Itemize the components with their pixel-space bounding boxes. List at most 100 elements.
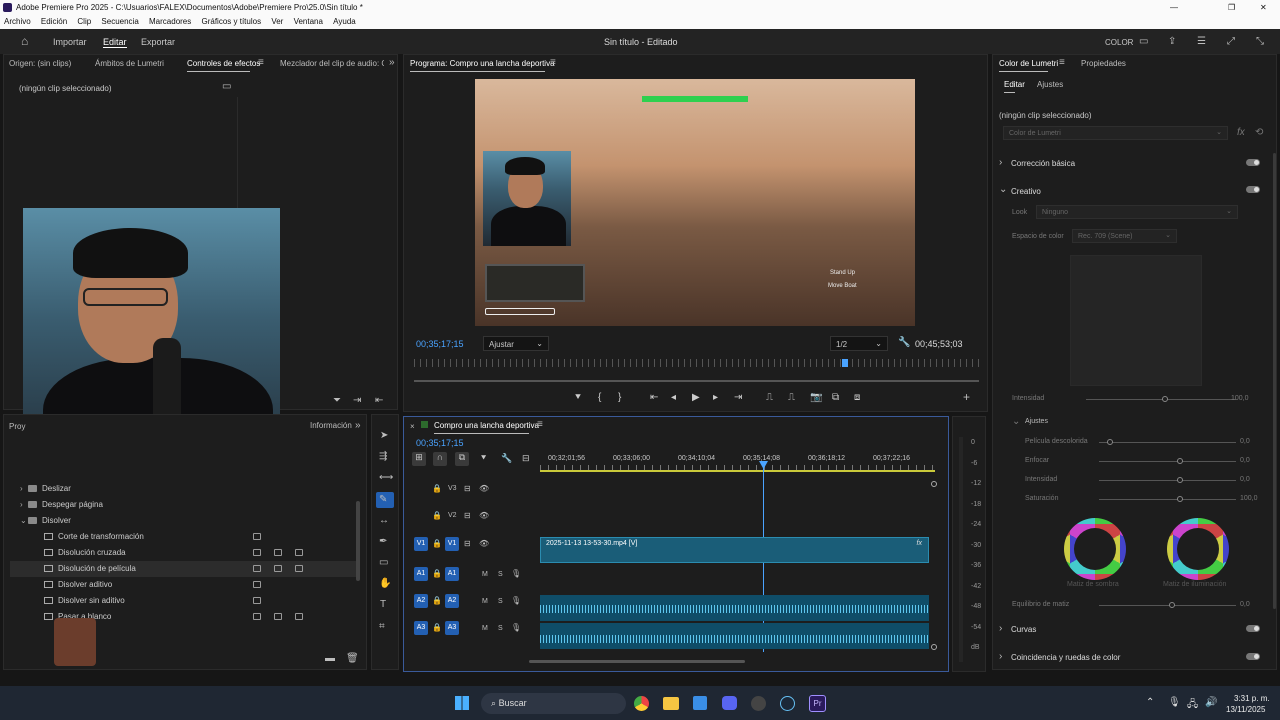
tab-origen[interactable]: Origen: (sin clips) — [9, 59, 71, 68]
menu-archivo[interactable]: Archivo — [4, 17, 31, 26]
mark-in-icon[interactable]: { — [598, 392, 601, 403]
source-patch-a1[interactable]: A1 — [414, 567, 428, 581]
pen-tool-icon[interactable]: ✒ — [379, 537, 387, 547]
highlight-tint-wheel[interactable] — [1167, 518, 1229, 580]
clock-date[interactable]: 13/11/2025 — [1226, 705, 1265, 714]
source-patch-v1[interactable]: V1 — [414, 537, 428, 551]
tab-importar[interactable]: Importar — [53, 37, 87, 47]
timeline-settings-icon[interactable]: 🔧 — [501, 453, 512, 464]
tree-effect[interactable]: Disolver sin aditivo — [10, 593, 358, 609]
filter-icon[interactable]: ⏷ — [333, 396, 341, 406]
adjust-slider[interactable] — [1099, 442, 1236, 443]
go-to-in-icon[interactable]: ⇤ — [650, 392, 658, 403]
solo-icon[interactable]: S — [498, 597, 503, 607]
tab-ambitos-lumetri[interactable]: Ámbitos de Lumetri — [95, 59, 164, 68]
insert-sequence-icon[interactable]: ⊞ — [412, 452, 426, 466]
lock-icon[interactable]: 🔒 — [432, 511, 442, 521]
subtab-editar[interactable]: Editar — [1004, 80, 1025, 93]
scrollbar[interactable] — [356, 501, 360, 581]
solo-icon[interactable]: S — [498, 570, 503, 580]
lock-icon[interactable]: 🔒 — [432, 596, 442, 606]
lock-icon[interactable]: 🔒 — [432, 569, 442, 579]
chevron-right-icon[interactable]: › — [999, 624, 1002, 634]
trim-icon[interactable]: ⧈ — [854, 392, 860, 403]
track-name-v1[interactable]: V1 — [445, 537, 459, 551]
step-forward-icon[interactable]: ▸ — [713, 392, 718, 403]
eye-icon[interactable]: 👁 — [479, 484, 489, 494]
chevron-right-icon[interactable]: › — [999, 652, 1002, 662]
tab-proyecto[interactable]: Proy — [9, 422, 25, 431]
chevron-down-icon[interactable]: ⌄ — [1012, 417, 1020, 427]
fit-dropdown[interactable]: Ajustar ⌄ — [483, 336, 549, 351]
tree-effect[interactable]: Disolución de película — [10, 561, 358, 577]
captions-icon[interactable]: ⊟ — [522, 453, 530, 464]
vertical-scroll-top[interactable] — [931, 481, 937, 487]
menu-ventana[interactable]: Ventana — [294, 17, 323, 26]
look-dropdown[interactable]: Ninguno ⌄ — [1036, 205, 1238, 219]
lumetri-scrollbar[interactable] — [1273, 153, 1276, 609]
balance-knob[interactable] — [1169, 602, 1175, 608]
app-icon[interactable] — [751, 696, 766, 711]
fx-icon[interactable]: fx — [1237, 128, 1245, 138]
share-icon[interactable]: ⇪ — [1168, 37, 1176, 47]
shadow-tint-wheel[interactable] — [1064, 518, 1126, 580]
chevron-down-icon[interactable]: ⌄ — [20, 513, 27, 529]
adjust-slider[interactable] — [1099, 480, 1236, 481]
tab-controles-efectos[interactable]: Controles de efectos — [187, 59, 260, 72]
network-icon[interactable]: 🖧 — [1187, 697, 1198, 714]
audio-clip-a3[interactable] — [540, 623, 929, 649]
windows-start-icon[interactable] — [455, 696, 469, 710]
toggle-creativo[interactable] — [1246, 186, 1260, 193]
step-back-icon[interactable]: ◂ — [671, 392, 676, 403]
tab-menu-icon[interactable]: ≡ — [1059, 58, 1065, 68]
timeline-ruler[interactable]: 00;32;01;56 00;33;06;00 00;34;10;04 00;3… — [540, 453, 935, 473]
lock-icon[interactable]: 🔒 — [432, 623, 442, 633]
delete-icon[interactable]: 🗑 — [346, 654, 359, 664]
slip-tool-icon[interactable]: ↔ — [379, 516, 389, 526]
menu-ver[interactable]: Ver — [271, 17, 283, 26]
home-icon[interactable]: ⌂ — [21, 35, 28, 47]
audio-clip-a2[interactable] — [540, 595, 929, 621]
minimize-icon[interactable]: — — [1170, 0, 1178, 15]
subtab-ajustes[interactable]: Ajustes — [1037, 80, 1063, 89]
mark-out-icon[interactable]: } — [618, 392, 621, 403]
add-marker-icon[interactable]: ⯆ — [480, 453, 487, 464]
toggle-ruedas[interactable] — [1246, 653, 1260, 660]
close-tab-icon[interactable]: × — [410, 422, 415, 432]
tab-color-lumetri[interactable]: Color de Lumetri — [999, 59, 1058, 72]
premiere-taskbar-icon[interactable]: Pr — [809, 695, 826, 712]
clock-time[interactable]: 3:31 p. m. — [1234, 694, 1270, 703]
type-tool-icon[interactable]: T — [380, 600, 386, 610]
tree-effect[interactable]: Disolución cruzada — [10, 545, 358, 561]
volume-icon[interactable]: 🔊 — [1205, 697, 1217, 708]
tab-propiedades[interactable]: Propiedades — [1081, 59, 1126, 68]
section-creativo[interactable]: Creativo — [1011, 187, 1041, 196]
tree-folder[interactable]: › Despegar página — [10, 497, 358, 513]
resolution-dropdown[interactable]: 1/2 ⌄ — [830, 336, 888, 351]
tree-folder[interactable]: ⌄ Disolver — [10, 513, 358, 529]
mute-icon[interactable]: M — [482, 570, 488, 580]
section-curvas[interactable]: Curvas — [1011, 625, 1036, 634]
settings-wrench-icon[interactable]: 🔧 — [898, 338, 910, 348]
voiceover-mic-icon[interactable]: 🎙 — [511, 569, 521, 579]
list-icon[interactable]: ☰ — [1197, 37, 1206, 47]
chevron-right-icon[interactable]: › — [20, 481, 23, 497]
zoom-bar[interactable] — [414, 380, 979, 382]
chevron-right-icon[interactable]: › — [20, 497, 23, 513]
ripple-edit-icon[interactable]: ⟷ — [379, 473, 393, 483]
panel-icon[interactable]: ▭ — [1139, 37, 1148, 47]
horizontal-scrollbar[interactable] — [529, 660, 745, 663]
discord-icon[interactable] — [722, 696, 737, 710]
lock-icon[interactable]: 🔒 — [432, 484, 442, 494]
caption-tool-icon[interactable]: ⌗ — [379, 622, 385, 632]
fullscreen-icon[interactable]: ⤢ — [1227, 37, 1235, 47]
expand-icon[interactable]: ⤡ — [1256, 37, 1264, 47]
jump-icon[interactable]: ⇤ — [375, 396, 383, 406]
mute-icon[interactable]: M — [482, 624, 488, 634]
tree-effect[interactable]: Disolver aditivo — [10, 577, 358, 593]
track-select-icon[interactable]: ⇶ — [379, 452, 387, 462]
more-tabs-icon[interactable]: » — [355, 421, 361, 431]
tree-folder[interactable]: › Deslizar — [10, 481, 358, 497]
track-name-a2[interactable]: A2 — [445, 594, 459, 608]
marker-icon[interactable]: ⯆ — [574, 392, 582, 403]
